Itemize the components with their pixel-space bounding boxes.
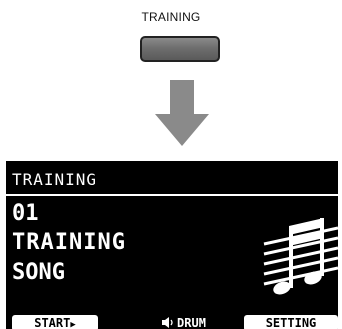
drum-softkey[interactable]: DRUM [134,315,234,329]
song-number: 01 [12,201,39,226]
speaker-icon [162,317,173,328]
training-button[interactable] [140,36,220,62]
setting-softkey[interactable]: SETTING [244,315,338,329]
song-name-line2: SONG [12,260,65,285]
title-divider [6,194,338,196]
lcd-screen: TRAINING 01 TRAINING SONG START▶ DRUM SE… [6,161,338,329]
start-softkey[interactable]: START▶ [12,315,98,329]
start-label: START [34,316,71,329]
training-button-label: TRAINING [141,10,201,24]
down-arrow-icon [155,80,209,146]
song-name-line1: TRAINING [12,230,126,255]
drum-label: DRUM [177,316,206,329]
music-notes-icon [263,218,338,295]
screen-title: TRAINING [12,170,98,189]
play-arrow-icon: ▶ [70,320,76,329]
